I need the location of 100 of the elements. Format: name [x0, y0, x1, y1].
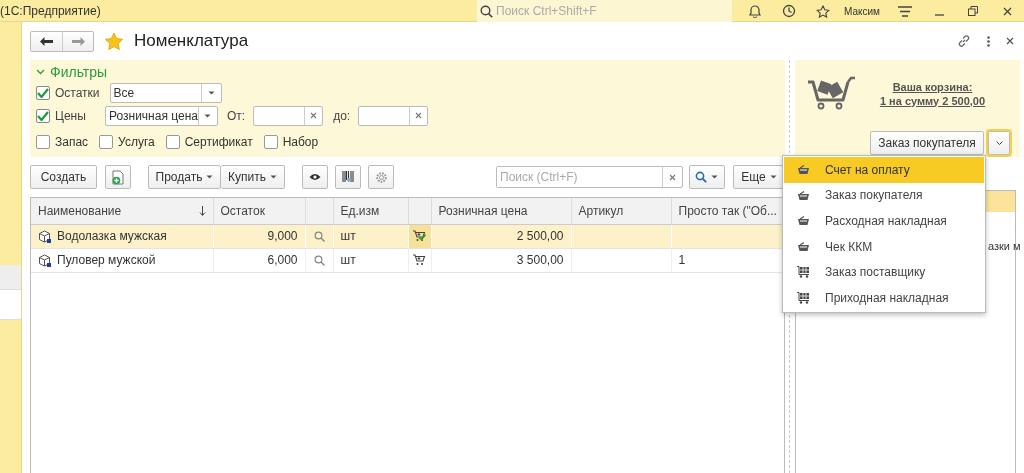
basket-icon — [798, 242, 809, 252]
cart-drawing — [807, 76, 855, 111]
checkbox-label: Запас — [55, 134, 89, 149]
bell-icon[interactable] — [749, 4, 762, 18]
cart-summary-link[interactable]: Ваша корзина: 1 на сумму 2 500,00 — [855, 79, 1010, 108]
cart-icon — [797, 266, 810, 279]
table-cell: 6,000 — [213, 248, 305, 272]
table-cell: шт — [333, 248, 408, 272]
menu-icon[interactable] — [898, 5, 912, 17]
gear-icon — [374, 170, 388, 184]
basket-icon — [798, 165, 809, 175]
caret-icon — [207, 90, 215, 95]
cart-icon[interactable] — [413, 254, 426, 266]
link-icon[interactable] — [957, 34, 971, 48]
checkbox[interactable] — [99, 134, 114, 149]
table-cell: 2 500,00 — [431, 224, 571, 248]
checkbox-label: Услуга — [118, 134, 155, 149]
input-field[interactable] — [253, 105, 324, 126]
checkbox-label: Цены — [55, 108, 87, 123]
clear-icon — [310, 112, 318, 120]
product-name: Водолазка мужская — [57, 229, 167, 243]
checkbox[interactable] — [36, 108, 50, 123]
star-icon[interactable] — [104, 31, 124, 51]
history-icon[interactable] — [782, 4, 797, 18]
caret-icon — [711, 175, 718, 179]
barcode-button[interactable] — [335, 165, 361, 189]
dropdown-button[interactable] — [988, 131, 1010, 155]
panel-text: азки м — [988, 240, 1021, 252]
search-icon — [480, 5, 494, 18]
caret-icon — [204, 113, 212, 118]
cart-check-icon[interactable] — [413, 230, 426, 242]
close-icon[interactable] — [1002, 6, 1012, 16]
column-header[interactable]: Остаток — [213, 198, 305, 224]
caret-icon — [769, 175, 777, 179]
view-button[interactable] — [302, 165, 328, 189]
search-icon — [695, 171, 707, 183]
basket-icon — [798, 216, 809, 226]
buy-button[interactable]: Купить — [221, 165, 285, 189]
close-icon[interactable] — [1006, 37, 1014, 45]
arrow-right-icon — [71, 36, 85, 46]
clear-icon — [669, 173, 676, 181]
sell-button[interactable]: Продать — [148, 165, 221, 189]
checkbox[interactable] — [36, 134, 50, 149]
basket-icon — [798, 190, 809, 200]
column-header[interactable]: Ед.изм — [333, 198, 408, 224]
column-header[interactable]: Наименование — [31, 198, 213, 224]
checkbox-label: Остатки — [55, 85, 100, 100]
menu-item[interactable]: Расходная накладная — [784, 208, 984, 234]
restore-icon[interactable] — [968, 6, 978, 16]
check-icon — [37, 87, 49, 98]
checkbox[interactable] — [36, 85, 50, 100]
window-title: Номенклатура — [134, 31, 250, 51]
field-label: От: — [227, 108, 246, 123]
table-row[interactable]: Водолазка мужская 9,000 шт 2 500,00 — [31, 224, 784, 248]
star-icon[interactable] — [816, 4, 831, 18]
order-button[interactable]: Заказ покупателя — [870, 131, 984, 155]
more-icon[interactable] — [987, 35, 990, 47]
more-button[interactable]: Еще — [733, 165, 785, 189]
table-cell: 9,000 — [213, 224, 305, 248]
caret-icon — [270, 175, 277, 179]
chevron-icon — [995, 141, 1003, 145]
caret-icon — [206, 175, 214, 179]
checkbox-label: Сертификат — [184, 134, 253, 149]
product-name: Пуловер мужской — [57, 253, 156, 267]
menu-item[interactable]: Заказ покупателя — [784, 182, 984, 209]
copy-button[interactable] — [105, 165, 131, 189]
search-button[interactable] — [689, 165, 725, 189]
menu-item[interactable]: Счет на оплату — [784, 157, 984, 183]
box-icon — [38, 253, 51, 267]
document-add-icon — [111, 169, 125, 185]
field-label: до: — [333, 108, 351, 123]
input-field[interactable] — [358, 105, 429, 126]
checkbox[interactable] — [165, 134, 180, 149]
menu-item[interactable]: Заказ поставщику — [784, 259, 984, 285]
magnifier-icon[interactable] — [313, 230, 325, 242]
search-field[interactable]: Поиск (Ctrl+F) — [496, 166, 683, 188]
settings-button[interactable] — [368, 165, 394, 189]
column-header[interactable]: Просто так ("Об... — [671, 198, 784, 224]
global-search-field[interactable]: Поиск Ctrl+Shift+F — [477, 0, 733, 22]
clear-icon — [415, 112, 423, 120]
magnifier-icon[interactable] — [313, 254, 325, 266]
user-name[interactable]: Максим — [844, 5, 880, 17]
checkbox[interactable] — [263, 134, 278, 149]
eye-icon — [309, 173, 321, 181]
app-title: (1С:Предприятие) — [0, 4, 102, 18]
select-field[interactable]: Розничная цена — [105, 105, 218, 126]
menu-item[interactable]: Чек ККМ — [784, 233, 984, 260]
create-button[interactable]: Создать — [30, 165, 97, 189]
column-header[interactable]: Артикул — [571, 198, 671, 224]
box-icon — [38, 229, 51, 243]
cart-icon — [797, 291, 810, 304]
check-icon — [37, 110, 49, 121]
menu-item[interactable]: Приходная накладная — [784, 284, 984, 311]
chevron-icon[interactable] — [36, 69, 45, 76]
arrow-left-icon — [40, 36, 53, 46]
column-header[interactable]: Розничная цена — [431, 198, 571, 224]
checkbox-label: Набор — [282, 134, 319, 149]
table-row[interactable]: Пуловер мужской 6,000 шт 3 500,00 1 — [31, 248, 784, 272]
select-field[interactable]: Все — [109, 82, 222, 103]
table-cell: 3 500,00 — [431, 248, 571, 272]
